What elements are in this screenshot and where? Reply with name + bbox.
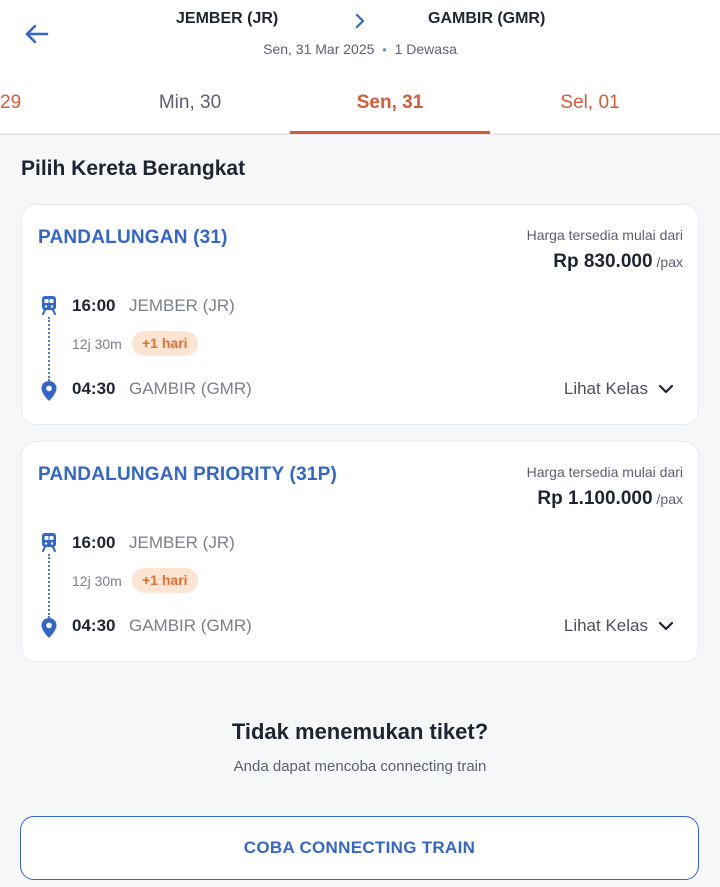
train-card[interactable]: PANDALUNGAN PRIORITY (31P) Harga tersedi… (21, 441, 699, 662)
train-card[interactable]: PANDALUNGAN (31) Harga tersedia mulai da… (21, 204, 699, 425)
train-name: PANDALUNGAN (31) (38, 227, 228, 248)
arrival-station: GAMBIR (GMR) (129, 616, 252, 635)
price-unit: /pax (656, 254, 683, 270)
duration: 12j 30m (72, 573, 122, 589)
header: JEMBER (JR) GAMBIR (GMR) Sen, 31 Mar 202… (0, 0, 720, 74)
departure-station: JEMBER (JR) (129, 296, 235, 315)
price-row: Rp 830.000/pax (553, 251, 683, 273)
date-tab-31[interactable]: Sen, 31 (290, 92, 490, 132)
trip-details: Sen, 31 Mar 2025 • 1 Dewasa (0, 41, 720, 57)
arrival-station: GAMBIR (GMR) (129, 379, 252, 398)
price-row: Rp 1.100.000/pax (537, 488, 683, 510)
train-icon (42, 533, 56, 552)
route-line (48, 317, 50, 381)
view-class-label: Lihat Kelas (563, 616, 648, 635)
origin-station: JEMBER (JR) (176, 10, 279, 27)
departure-station: JEMBER (JR) (129, 533, 235, 552)
date-tab-01[interactable]: Sel, 01 (490, 92, 690, 132)
duration: 12j 30m (72, 336, 122, 352)
location-pin-icon (41, 618, 57, 638)
price-value: Rp 830.000 (553, 251, 653, 272)
route: JEMBER (JR) GAMBIR (GMR) (0, 10, 720, 32)
view-class-label: Lihat Kelas (563, 379, 648, 398)
train-icon (42, 296, 56, 315)
next-day-badge: +1 hari (132, 568, 198, 593)
price-value: Rp 1.100.000 (537, 488, 653, 509)
date-tabs: 29 Min, 30 Sen, 31 Sel, 01 (0, 74, 720, 135)
not-found-subtitle: Anda dapat mencoba connecting train (233, 758, 487, 775)
date-tab-29[interactable]: 29 (0, 92, 40, 132)
selected-tab-indicator (290, 131, 490, 134)
chevron-right-icon (355, 13, 365, 29)
view-class-button[interactable]: Lihat Kelas (564, 616, 674, 636)
departure-time: 16:00 (72, 296, 116, 315)
price-label: Harga tersedia mulai dari (526, 464, 683, 480)
chevron-down-icon (658, 384, 674, 394)
date-tab-30[interactable]: Min, 30 (90, 92, 290, 132)
departure-time: 16:00 (72, 533, 116, 552)
not-found-title: Tidak menemukan tiket? (231, 719, 489, 744)
train-name: PANDALUNGAN PRIORITY (31P) (38, 464, 338, 485)
arrival-time: 04:30 (72, 379, 116, 398)
next-day-badge: +1 hari (132, 331, 198, 356)
view-class-button[interactable]: Lihat Kelas (564, 379, 674, 399)
arrival-time: 04:30 (72, 616, 116, 635)
travel-date: Sen, 31 Mar 2025 (263, 41, 375, 57)
try-connecting-train-button[interactable]: COBA CONNECTING TRAIN (20, 816, 699, 880)
section-title: Pilih Kereta Berangkat (21, 157, 246, 180)
location-pin-icon (41, 381, 57, 401)
chevron-down-icon (658, 621, 674, 631)
price-label: Harga tersedia mulai dari (526, 227, 683, 243)
price-unit: /pax (656, 491, 683, 507)
separator-dot: • (382, 43, 387, 57)
passenger-count: 1 Dewasa (394, 41, 457, 57)
destination-station: GAMBIR (GMR) (428, 10, 546, 27)
route-line (48, 554, 50, 618)
